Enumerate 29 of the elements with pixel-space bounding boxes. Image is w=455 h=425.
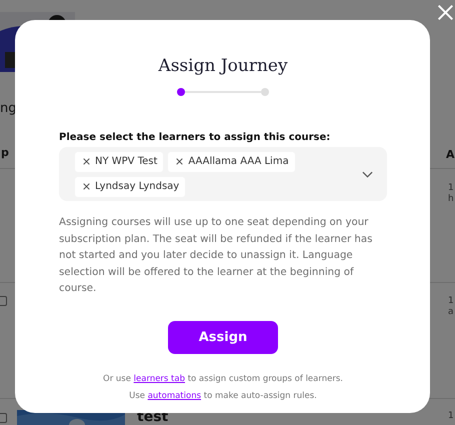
chip-label: Lyndsay Lyndsay xyxy=(95,181,180,192)
assign-button[interactable]: Assign xyxy=(168,320,278,354)
learner-chip[interactable]: Lyndsay Lyndsay xyxy=(75,176,186,196)
table-cell: 1 xyxy=(448,411,454,422)
remove-icon[interactable] xyxy=(176,158,184,165)
row-icon xyxy=(0,296,7,306)
table-cell: 1 xyxy=(448,183,454,194)
chip-label: NY WPV Test xyxy=(95,156,158,167)
footer-note: Or use learners tab to assign custom groups of learners. xyxy=(102,374,344,384)
modal-title: Assign Journey xyxy=(157,55,289,78)
learner-chip[interactable]: NY WPV Test xyxy=(75,152,164,172)
column-header: A xyxy=(446,148,455,161)
footer-note: Use automations to make auto-assign rules. xyxy=(128,390,318,400)
close-icon[interactable] xyxy=(437,4,454,21)
text-link[interactable]: automations xyxy=(148,390,202,400)
learner-chip[interactable]: AAAllama AAA Lima xyxy=(168,152,295,172)
remove-icon[interactable] xyxy=(83,158,90,165)
description-text: Assigning courses will use up to one seat depending on your subscription plan. The seat will be refunded if the learner has not started and you later decide to unassign it. Language selection will be offered to the learner at the beginning of course. xyxy=(59,216,374,296)
field-label: Please select the learners to assign this course: xyxy=(59,132,332,143)
table-cell: h xyxy=(448,194,454,205)
table-cell: a xyxy=(448,307,454,318)
column-header: p xyxy=(1,146,9,159)
chip-label: AAAllama AAA Lima xyxy=(188,156,289,167)
chevron-down-icon[interactable] xyxy=(362,170,373,178)
learner-select[interactable]: NY WPV Test AAAllama AAA Lima Lyndsay Lyndsay xyxy=(59,147,387,201)
text-link[interactable]: learners tab xyxy=(134,374,185,384)
table-cell: 1 xyxy=(448,296,454,307)
remove-icon[interactable] xyxy=(83,183,90,190)
row-icon xyxy=(0,413,7,423)
